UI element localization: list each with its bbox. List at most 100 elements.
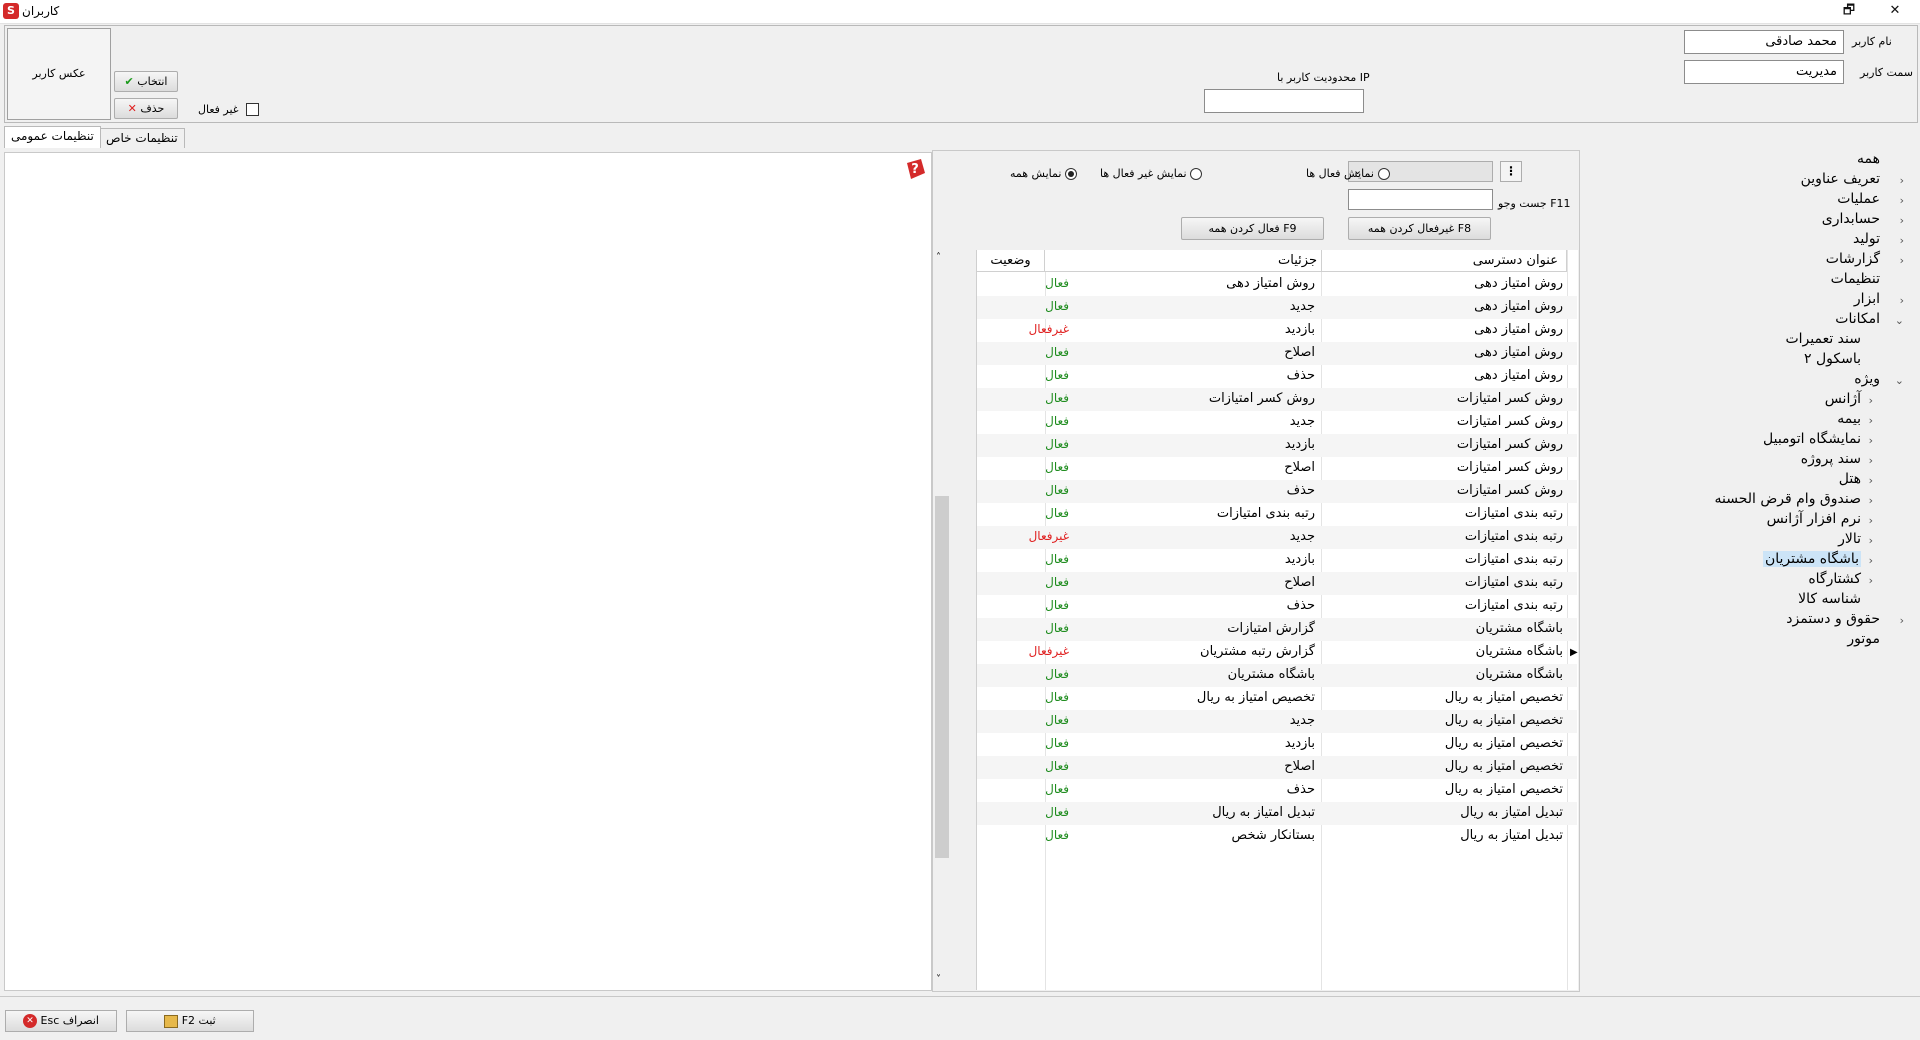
table-row[interactable]: روش کسر امتیازات اصلاح فعال bbox=[977, 457, 1577, 480]
cell-status[interactable]: فعال bbox=[1045, 759, 1069, 773]
tree-item[interactable]: تولید bbox=[1853, 231, 1880, 247]
tree-item[interactable]: تنظیمات bbox=[1831, 271, 1880, 287]
cell-status[interactable]: فعال bbox=[1045, 276, 1069, 290]
chevron-left-icon[interactable]: ‹ bbox=[1869, 414, 1873, 427]
table-row[interactable]: روش کسر امتیازات جدید فعال bbox=[977, 411, 1577, 434]
tree-item[interactable]: بیمه bbox=[1837, 411, 1861, 427]
cell-status[interactable]: فعال bbox=[1045, 667, 1069, 681]
tab-general-settings[interactable]: تنظیمات عمومی bbox=[4, 126, 101, 148]
chevron-left-icon[interactable]: ‹ bbox=[1900, 214, 1904, 227]
show-inactive-radio[interactable] bbox=[1190, 167, 1203, 180]
tree-item[interactable]: موتور bbox=[1847, 631, 1880, 647]
tree-item[interactable]: سند تعمیرات bbox=[1785, 331, 1861, 347]
cell-status[interactable]: فعال bbox=[1045, 552, 1069, 566]
scroll-up-icon[interactable]: ˄ bbox=[936, 252, 941, 263]
cell-status[interactable]: فعال bbox=[1045, 621, 1069, 635]
chevron-left-icon[interactable]: ‹ bbox=[1869, 554, 1873, 567]
close-icon[interactable]: ✕ bbox=[1872, 0, 1918, 24]
chevron-left-icon[interactable]: ‹ bbox=[1900, 254, 1904, 267]
table-row[interactable]: تخصیص امتیاز به ریال حذف فعال bbox=[977, 779, 1577, 802]
cell-status[interactable]: فعال bbox=[1045, 345, 1069, 359]
tree-item[interactable]: امکانات bbox=[1835, 311, 1880, 327]
table-row[interactable]: باشگاه مشتریان گزارش امتیازات فعال bbox=[977, 618, 1577, 641]
tree-item[interactable]: آژانس bbox=[1825, 391, 1861, 407]
cell-status[interactable]: فعال bbox=[1045, 598, 1069, 612]
restore-icon[interactable]: 🗗 bbox=[1826, 0, 1872, 24]
delete-photo-button[interactable]: حذف ✕ bbox=[114, 98, 178, 119]
grid-scrollbar[interactable]: ˄ ˅ bbox=[934, 250, 950, 990]
table-row[interactable]: رتبه بندی امتیازات جدید غیرفعال bbox=[977, 526, 1577, 549]
column-header-title[interactable]: عنوان دسترسی bbox=[1322, 250, 1567, 272]
cell-status[interactable]: فعال bbox=[1045, 391, 1069, 405]
chevron-left-icon[interactable]: ‹ bbox=[1900, 294, 1904, 307]
chevron-left-icon[interactable]: ‹ bbox=[1869, 394, 1873, 407]
chevron-down-icon[interactable]: ⌄ bbox=[1895, 374, 1904, 387]
table-row[interactable]: روش کسر امتیازات بازدید فعال bbox=[977, 434, 1577, 457]
tree-item[interactable]: شناسه کالا bbox=[1798, 591, 1861, 607]
cell-status[interactable]: فعال bbox=[1045, 299, 1069, 313]
tree-item[interactable]: باشگاه مشتریان bbox=[1762, 551, 1861, 567]
table-row[interactable]: روش امتیاز دهی بازدید غیرفعال bbox=[977, 319, 1577, 342]
more-menu-icon[interactable]: ⋮ bbox=[1500, 161, 1522, 182]
show-inactive-option[interactable]: نمایش غیر فعال ها bbox=[1100, 166, 1203, 180]
inactive-toggle[interactable]: غیر فعال bbox=[198, 102, 260, 116]
cell-status[interactable]: فعال bbox=[1045, 828, 1069, 842]
table-row[interactable]: روش کسر امتیازات روش کسر امتیازات فعال bbox=[977, 388, 1577, 411]
table-row[interactable]: تخصیص امتیاز به ریال بازدید فعال bbox=[977, 733, 1577, 756]
deactivate-all-button[interactable]: غیرفعال کردن همه F8 bbox=[1348, 217, 1491, 240]
chevron-left-icon[interactable]: ‹ bbox=[1869, 454, 1873, 467]
cell-status[interactable]: فعال bbox=[1045, 713, 1069, 727]
table-row[interactable]: تخصیص امتیاز به ریال جدید فعال bbox=[977, 710, 1577, 733]
show-active-option[interactable]: نمایش فعال ها bbox=[1306, 166, 1390, 180]
table-row[interactable]: روش امتیاز دهی حذف فعال bbox=[977, 365, 1577, 388]
table-row[interactable]: رتبه بندی امتیازات رتبه بندی امتیازات فعال bbox=[977, 503, 1577, 526]
table-row[interactable]: رتبه بندی امتیازات بازدید فعال bbox=[977, 549, 1577, 572]
tree-item[interactable]: حسابداری bbox=[1822, 211, 1880, 227]
cancel-button[interactable]: انصراف Esc ✕ bbox=[5, 1010, 117, 1032]
cell-status[interactable]: فعال bbox=[1045, 460, 1069, 474]
select-photo-button[interactable]: انتخاب ✔ bbox=[114, 71, 178, 92]
tree-item[interactable]: همه bbox=[1857, 151, 1880, 167]
chevron-left-icon[interactable]: ‹ bbox=[1869, 474, 1873, 487]
chevron-down-icon[interactable]: ⌄ bbox=[1895, 314, 1904, 327]
cell-status[interactable]: فعال bbox=[1045, 506, 1069, 520]
column-header-status[interactable]: وضعیت bbox=[977, 250, 1045, 272]
chevron-left-icon[interactable]: ‹ bbox=[1900, 234, 1904, 247]
table-row[interactable]: روش امتیاز دهی اصلاح فعال bbox=[977, 342, 1577, 365]
chevron-left-icon[interactable]: ‹ bbox=[1900, 194, 1904, 207]
tree-item[interactable]: کشتارگاه bbox=[1808, 571, 1861, 587]
tree-item[interactable]: ویژه bbox=[1854, 371, 1880, 387]
chevron-left-icon[interactable]: ‹ bbox=[1869, 494, 1873, 507]
cell-status[interactable]: غیرفعال bbox=[1029, 322, 1069, 336]
cell-status[interactable]: فعال bbox=[1045, 368, 1069, 382]
tree-item[interactable]: تعریف عناوین bbox=[1801, 171, 1880, 187]
tab-special-settings[interactable]: تنظیمات خاص bbox=[99, 128, 185, 148]
cell-status[interactable]: فعال bbox=[1045, 483, 1069, 497]
show-all-option[interactable]: نمایش همه bbox=[1010, 166, 1078, 180]
show-all-radio[interactable] bbox=[1065, 167, 1078, 180]
cell-status[interactable]: غیرفعال bbox=[1029, 644, 1069, 658]
cell-status[interactable]: فعال bbox=[1045, 805, 1069, 819]
cell-status[interactable]: فعال bbox=[1045, 782, 1069, 796]
tree-item[interactable]: حقوق و دستمزد bbox=[1786, 611, 1880, 627]
help-icon[interactable]: ? bbox=[903, 157, 927, 181]
table-row[interactable]: تخصیص امتیاز به ریال اصلاح فعال bbox=[977, 756, 1577, 779]
tree-item[interactable]: هتل bbox=[1839, 471, 1861, 487]
chevron-left-icon[interactable]: ‹ bbox=[1900, 174, 1904, 187]
tree-item[interactable]: باسکول ۲ bbox=[1804, 351, 1861, 367]
column-header-detail[interactable]: جزئیات bbox=[1045, 250, 1322, 272]
table-row[interactable]: تخصیص امتیاز به ریال تخصیص امتیاز به ریال… bbox=[977, 687, 1577, 710]
tree-item[interactable]: نرم افزار آژانس bbox=[1767, 511, 1861, 527]
cell-status[interactable]: فعال bbox=[1045, 437, 1069, 451]
tree-item[interactable]: گزارشات bbox=[1826, 251, 1880, 267]
scroll-thumb[interactable] bbox=[935, 496, 949, 858]
tree-item[interactable]: تالار bbox=[1838, 531, 1861, 547]
tree-item[interactable]: عملیات bbox=[1837, 191, 1880, 207]
cell-status[interactable]: فعال bbox=[1045, 690, 1069, 704]
inactive-checkbox[interactable] bbox=[246, 103, 260, 116]
save-button[interactable]: ثبت F2 bbox=[126, 1010, 254, 1032]
chevron-left-icon[interactable]: ‹ bbox=[1869, 514, 1873, 527]
tree-item[interactable]: ابزار bbox=[1854, 291, 1880, 307]
search-input[interactable] bbox=[1348, 189, 1493, 210]
tree-item[interactable]: نمایشگاه اتومبیل bbox=[1763, 431, 1861, 447]
